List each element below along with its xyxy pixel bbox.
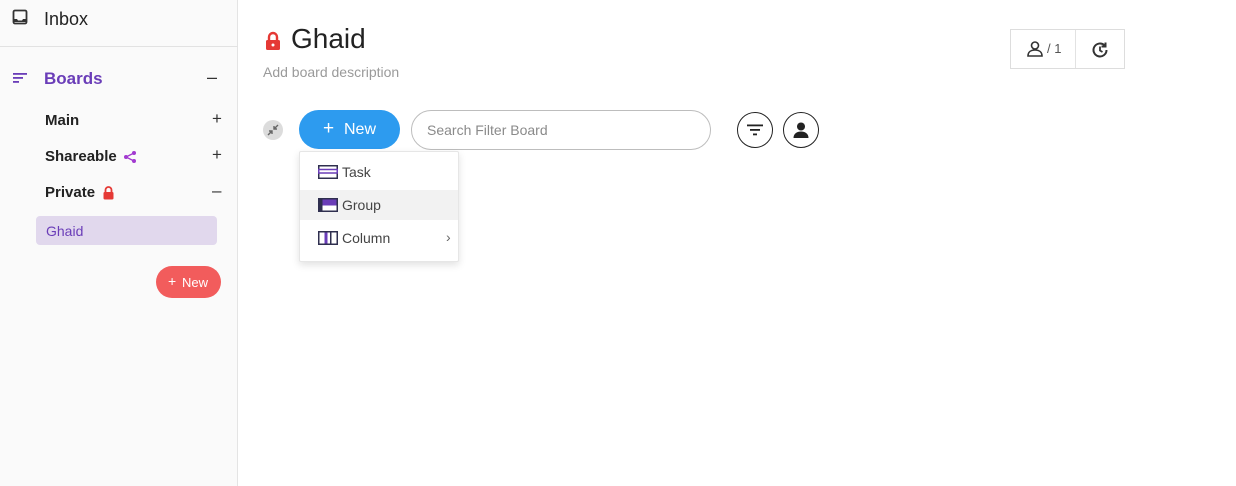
search-input[interactable] [411, 110, 711, 150]
menu-item-group[interactable]: Group [300, 190, 458, 220]
sidebar-item-private[interactable]: Private – [0, 179, 238, 207]
sidebar: Inbox Boards – Main + Shareable + Privat… [0, 0, 238, 486]
history-icon [1092, 42, 1108, 58]
new-item-button[interactable]: + New [299, 110, 400, 149]
new-button-label: New [182, 275, 209, 290]
add-board-shareable-button[interactable]: + [212, 145, 222, 165]
menu-item-label: Group [342, 197, 381, 213]
new-button-label: New [344, 121, 377, 138]
person-icon [1027, 41, 1043, 57]
new-item-menu: Task Group Column › [299, 151, 459, 262]
lock-icon [102, 186, 116, 200]
chevron-right-icon: › [446, 229, 451, 245]
board-header-actions: / 1 [1010, 29, 1125, 69]
column-icon [318, 231, 338, 250]
filter-icon [747, 124, 763, 136]
collapse-private-button[interactable]: – [212, 181, 221, 201]
inbox-icon [12, 9, 28, 25]
sidebar-board-ghaid[interactable]: Ghaid [36, 216, 217, 245]
share-icon [123, 150, 137, 164]
page-title: Ghaid [291, 23, 366, 54]
collapse-arrows-icon [267, 124, 279, 136]
board-label: Ghaid [46, 223, 84, 239]
sidebar-new-button[interactable]: + New [156, 266, 221, 298]
sidebar-item-shareable[interactable]: Shareable + [0, 143, 238, 171]
person-icon [793, 122, 809, 138]
boards-collapse-toggle[interactable]: – [207, 67, 217, 88]
members-count: / 1 [1047, 41, 1062, 56]
sidebar-item-main[interactable]: Main + [0, 107, 238, 135]
sidebar-item-label: Shareable [45, 148, 117, 165]
app-root: Inbox Boards – Main + Shareable + Privat… [0, 0, 1236, 486]
plus-icon: + [168, 273, 177, 289]
menu-item-column[interactable]: Column › [300, 223, 458, 253]
inbox-label: Inbox [44, 9, 89, 29]
sidebar-item-label: Private [45, 184, 96, 201]
boards-label: Boards [44, 69, 103, 88]
menu-item-task[interactable]: Task [300, 157, 458, 187]
sidebar-item-inbox[interactable]: Inbox [0, 0, 238, 47]
collapse-all-button[interactable] [263, 120, 283, 140]
menu-item-label: Task [342, 164, 371, 180]
sort-lines-icon [12, 70, 28, 86]
lock-icon [264, 31, 282, 51]
plus-icon: + [323, 118, 335, 139]
history-button[interactable] [1076, 30, 1124, 68]
group-icon [318, 198, 338, 217]
person-filter-button[interactable] [783, 112, 819, 148]
filter-button[interactable] [737, 112, 773, 148]
members-button[interactable]: / 1 [1011, 30, 1076, 68]
sidebar-item-label: Main [45, 112, 80, 129]
task-icon [318, 165, 338, 184]
sidebar-boards-header[interactable]: Boards – [0, 64, 238, 96]
board-description-field[interactable]: Add board description [263, 64, 399, 80]
add-board-main-button[interactable]: + [212, 109, 222, 129]
menu-item-label: Column [342, 230, 391, 246]
